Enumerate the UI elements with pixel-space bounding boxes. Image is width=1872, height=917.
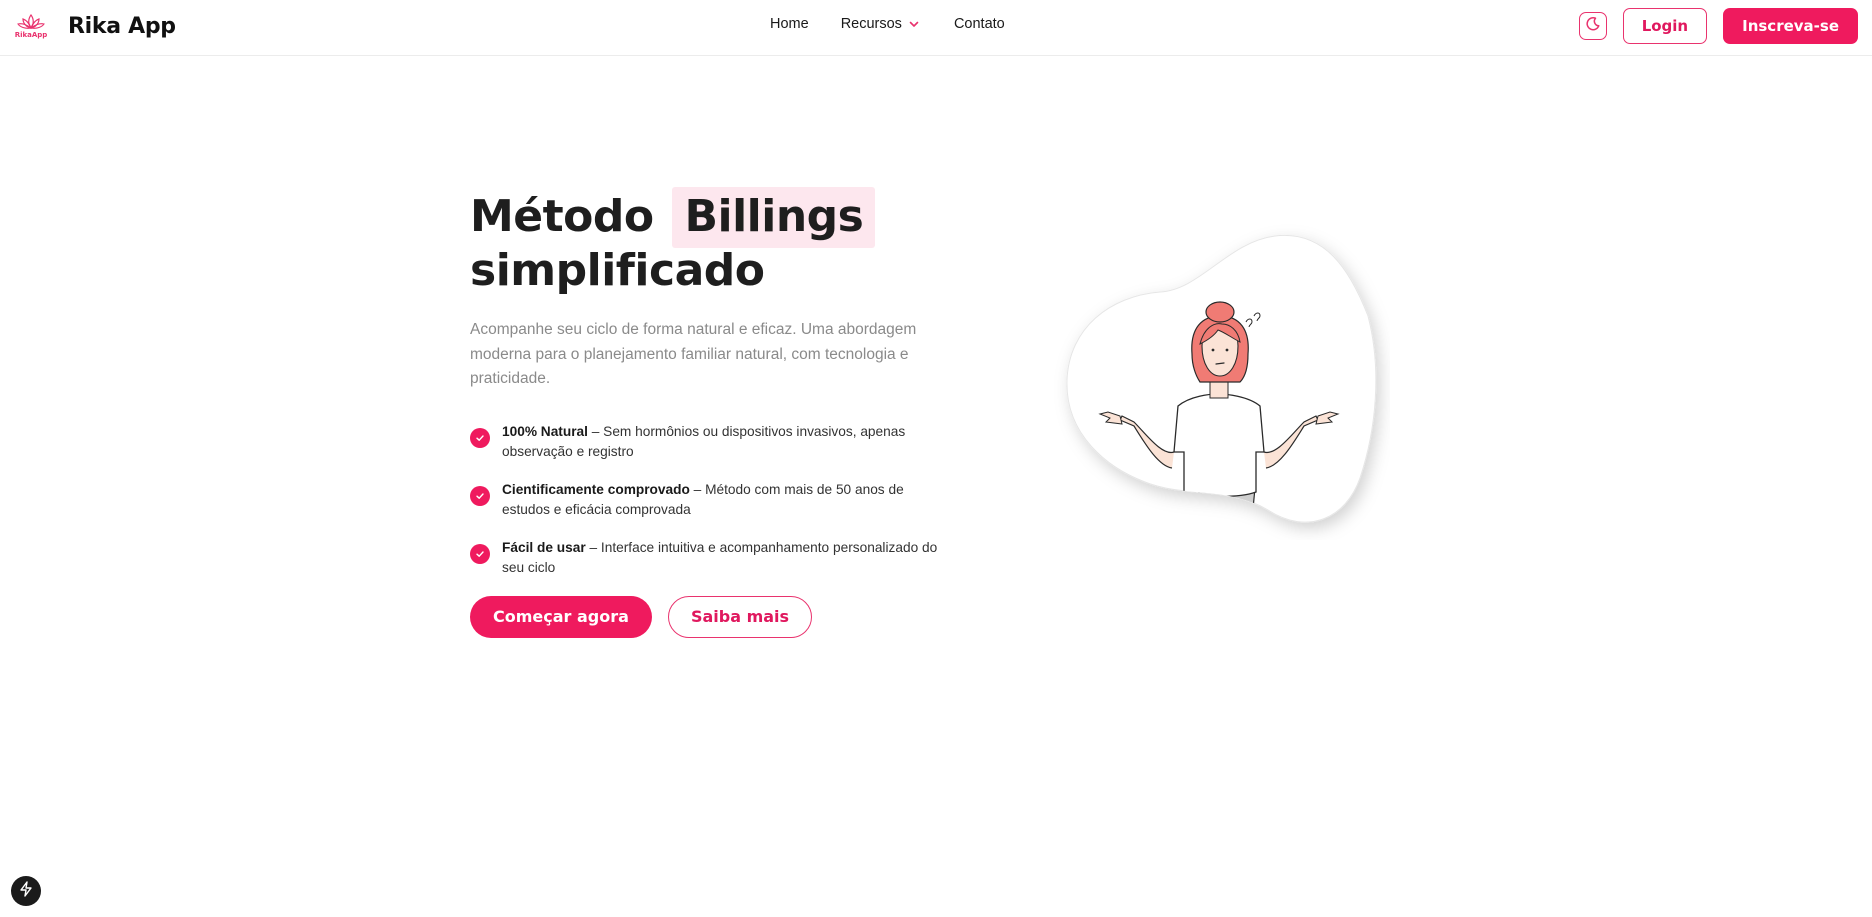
login-button[interactable]: Login [1622,8,1708,44]
nav-recursos[interactable]: Recursos [841,16,920,32]
header-actions: Login Inscreva-se [1578,8,1858,44]
hero-subtitle: Acompanhe seu ciclo de forma natural e e… [470,321,917,387]
nav-contato[interactable]: Contato [954,16,1005,32]
feature-text: 100% Natural – Sem hormônios ou disposit… [502,422,950,462]
chevron-down-icon [908,18,920,30]
feature-item: Cientificamente comprovado – Método com … [470,480,950,520]
start-now-button[interactable]: Começar agora [470,595,652,638]
hero-title: Método Billings simplificado [470,187,950,298]
top-navbar: RikaApp Rika App Home Recursos Contato L… [0,0,1872,56]
main-nav: Home Recursos Contato [770,16,1005,32]
check-icon [470,543,490,564]
feature-list: 100% Natural – Sem hormônios ou disposit… [470,422,950,578]
learn-more-button[interactable]: Saiba mais [667,595,813,638]
feature-title: Cientificamente comprovado [502,481,690,497]
logo-text: RikaApp [14,31,48,39]
hero-title-part1: Método [470,191,654,242]
nav-home[interactable]: Home [770,16,809,32]
hero-illustration [1050,220,1390,540]
nav-recursos-label: Recursos [840,16,902,32]
check-icon [470,485,490,506]
theme-toggle-button[interactable] [1578,12,1607,40]
brand-name: Rika App [68,13,176,39]
lightning-icon [19,880,33,902]
brand[interactable]: RikaApp Rika App [14,10,176,42]
signup-button[interactable]: Inscreva-se [1723,8,1858,44]
moon-icon [1585,16,1601,37]
feature-text: Cientificamente comprovado – Método com … [502,480,950,520]
cta-group: Começar agora Saiba mais [470,595,950,638]
feature-title: 100% Natural [502,423,588,439]
feature-item: 100% Natural – Sem hormônios ou disposit… [470,422,950,462]
feature-item: Fácil de usar – Interface intuitiva e ac… [470,538,950,578]
hero-section: Método Billings simplificado Acompanhe s… [470,187,950,638]
feature-title: Fácil de usar [502,539,586,555]
floating-action-button[interactable] [11,876,41,906]
lotus-icon: RikaApp [14,10,48,42]
hero-title-line-2: simplificado [470,245,765,296]
check-icon [470,427,490,448]
hero-title-highlight: Billings [672,187,876,248]
feature-text: Fácil de usar – Interface intuitiva e ac… [502,538,950,578]
hero-title-line-1: Método Billings [470,187,950,248]
